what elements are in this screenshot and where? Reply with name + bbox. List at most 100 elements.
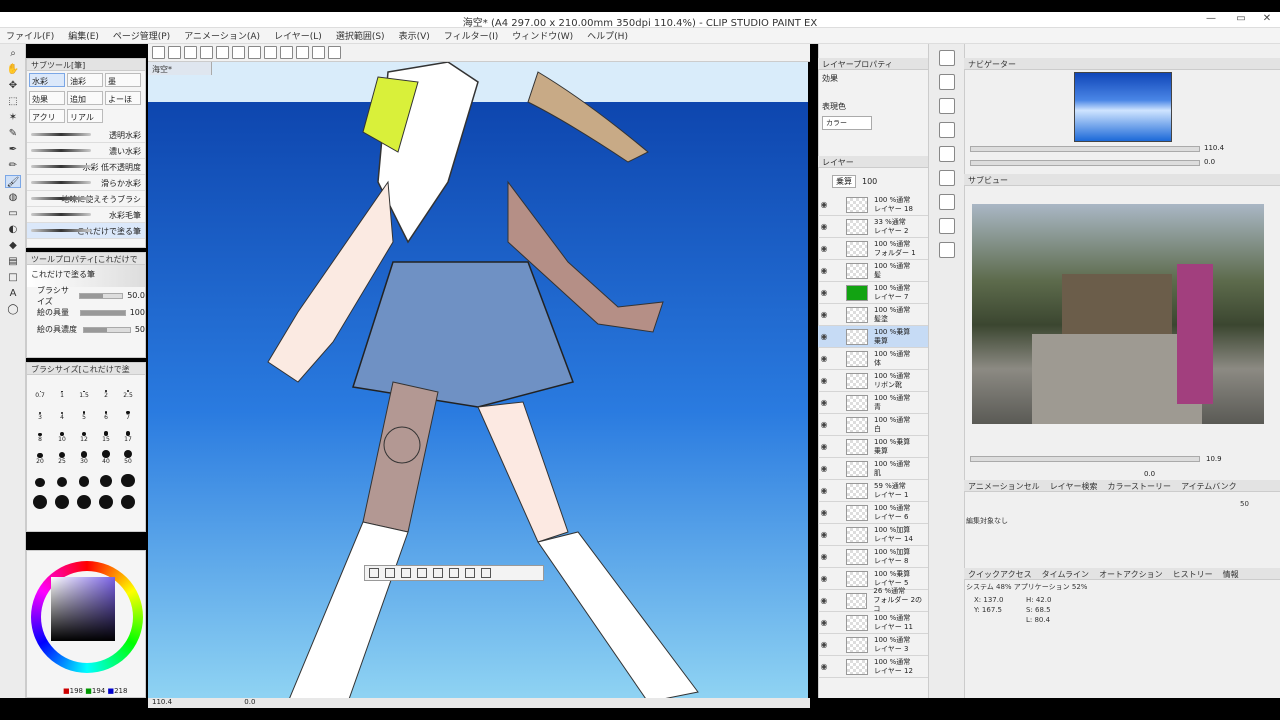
subtool-tab[interactable]: 水彩 bbox=[29, 73, 65, 87]
save-icon[interactable] bbox=[938, 170, 955, 186]
property-slider[interactable] bbox=[80, 309, 126, 316]
subtool-tab[interactable]: 効果 bbox=[29, 91, 65, 105]
eyedropper-icon[interactable]: ✎ bbox=[5, 127, 21, 140]
eye-icon[interactable]: ◉ bbox=[818, 376, 830, 385]
layer-row[interactable]: ◉ 100 %加算 レイヤー 14 bbox=[818, 524, 928, 546]
canvas[interactable] bbox=[148, 62, 808, 698]
brush-size-option[interactable] bbox=[51, 489, 73, 509]
brush-size-option[interactable]: 40 bbox=[95, 445, 117, 465]
eye-icon[interactable]: ◉ bbox=[818, 596, 830, 605]
new-icon[interactable] bbox=[152, 46, 165, 59]
menu-item[interactable]: 表示(V) bbox=[399, 29, 430, 42]
eye-icon[interactable]: ◉ bbox=[818, 354, 830, 363]
brush-size-option[interactable] bbox=[95, 489, 117, 509]
camera-icon[interactable] bbox=[938, 50, 955, 66]
eye-icon[interactable]: ◉ bbox=[818, 398, 830, 407]
clipboard-icon[interactable] bbox=[938, 74, 955, 90]
layer-row[interactable]: ◉ 59 %通常 レイヤー 1 bbox=[818, 480, 928, 502]
settings-icon[interactable] bbox=[328, 46, 341, 59]
brush-item[interactable]: 水彩毛筆 bbox=[27, 207, 145, 223]
brush-size-option[interactable]: 12 bbox=[73, 423, 95, 443]
panel-tab[interactable]: アニメーションセル bbox=[968, 481, 1040, 491]
brush-size-option[interactable]: 17 bbox=[117, 423, 139, 443]
eye-icon[interactable]: ◉ bbox=[818, 420, 830, 429]
brush-size-option[interactable] bbox=[117, 467, 139, 487]
subtool-tab[interactable]: 追加 bbox=[67, 91, 103, 105]
brush-size-option[interactable]: 30 bbox=[73, 445, 95, 465]
layer-row[interactable]: ◉ 100 %通常 レイヤー 11 bbox=[818, 612, 928, 634]
rotate-slider[interactable] bbox=[970, 160, 1200, 166]
menu-item[interactable]: ヘルプ(H) bbox=[587, 29, 628, 42]
brush-size-option[interactable] bbox=[73, 467, 95, 487]
select-all-icon[interactable] bbox=[264, 46, 277, 59]
brush-size-option[interactable]: 25 bbox=[51, 445, 73, 465]
move-icon[interactable]: ✥ bbox=[5, 79, 21, 92]
brush-item[interactable]: 滑らか水彩 bbox=[27, 175, 145, 191]
select-icon[interactable]: ⬚ bbox=[5, 95, 21, 108]
folder-icon[interactable] bbox=[938, 194, 955, 210]
layer-row[interactable]: ◉ 26 %通常 フォルダー 2のコ bbox=[818, 587, 928, 613]
opacity-value[interactable]: 100 bbox=[862, 177, 877, 186]
brush-size-option[interactable]: 4 bbox=[51, 401, 73, 421]
image-icon[interactable] bbox=[938, 218, 955, 234]
eye-icon[interactable]: ◉ bbox=[818, 442, 830, 451]
subtool-tab[interactable]: アクリ bbox=[29, 109, 65, 123]
brush-item[interactable]: 濃い水彩 bbox=[27, 143, 145, 159]
eye-icon[interactable]: ◉ bbox=[818, 222, 830, 231]
panel-tab[interactable]: 情報 bbox=[1223, 569, 1239, 579]
redo-icon[interactable] bbox=[216, 46, 229, 59]
transform-icon[interactable] bbox=[481, 568, 491, 578]
layer-row[interactable]: ◉ 100 %通常髪 bbox=[818, 260, 928, 282]
tab-document[interactable]: 海空* bbox=[148, 62, 212, 75]
menu-item[interactable]: ウィンドウ(W) bbox=[512, 29, 573, 42]
menu-item[interactable]: 編集(E) bbox=[68, 29, 99, 42]
layer-row[interactable]: ◉ 100 %乗算 乗算 bbox=[818, 326, 928, 348]
close-icon[interactable] bbox=[938, 122, 955, 138]
layer-row[interactable]: ◉ 100 %通常白 bbox=[818, 414, 928, 436]
brush-size-option[interactable]: 6 bbox=[95, 401, 117, 421]
open-icon[interactable] bbox=[168, 46, 181, 59]
navigator-preview[interactable] bbox=[1074, 72, 1172, 142]
panel-tab[interactable]: カラーストーリー bbox=[1107, 481, 1171, 491]
property-slider[interactable] bbox=[79, 292, 124, 299]
layer-row[interactable]: ◉ 100 %通常 レイヤー 3 bbox=[818, 634, 928, 656]
layer-row[interactable]: ◉ 100 %通常肌 bbox=[818, 458, 928, 480]
layer-row[interactable]: ◉ 100 %乗算 乗算 bbox=[818, 436, 928, 458]
eraser-icon[interactable]: ▭ bbox=[5, 207, 21, 220]
invert-icon[interactable] bbox=[401, 568, 411, 578]
layer-row[interactable]: ◉ 100 %通常 レイヤー 7 bbox=[818, 282, 928, 304]
eye-icon[interactable]: ◉ bbox=[818, 574, 830, 583]
panel-tab[interactable]: タイムライン bbox=[1042, 569, 1089, 579]
brush-size-option[interactable] bbox=[73, 489, 95, 509]
brush-size-option[interactable]: 7 bbox=[117, 401, 139, 421]
fill-icon[interactable] bbox=[465, 568, 475, 578]
deselect-icon[interactable] bbox=[280, 46, 293, 59]
transform-icon[interactable] bbox=[248, 46, 261, 59]
eye-icon[interactable]: ◉ bbox=[818, 244, 830, 253]
select-all-icon[interactable] bbox=[385, 568, 395, 578]
brush-size-option[interactable] bbox=[29, 467, 51, 487]
brush-icon[interactable]: 🖌 bbox=[5, 175, 21, 188]
property-slider[interactable] bbox=[82, 326, 131, 333]
snap-icon[interactable] bbox=[312, 46, 325, 59]
layer-row[interactable]: ◉ 100 %加算 レイヤー 8 bbox=[818, 546, 928, 568]
subview-zoom-slider[interactable] bbox=[970, 456, 1200, 462]
figure-icon[interactable]: □ bbox=[5, 271, 21, 284]
eye-icon[interactable]: ◉ bbox=[818, 508, 830, 517]
subtool-tab[interactable]: リアル bbox=[67, 109, 103, 123]
panel-tab[interactable]: アイテムバンク bbox=[1181, 481, 1237, 491]
subtool-tab[interactable]: よーほ bbox=[105, 91, 141, 105]
brush-size-option[interactable]: 20 bbox=[29, 445, 51, 465]
balloon-icon[interactable]: ◯ bbox=[5, 303, 21, 316]
brush-size-option[interactable]: 8 bbox=[29, 423, 51, 443]
eye-icon[interactable]: ◉ bbox=[818, 552, 830, 561]
crop-icon[interactable] bbox=[449, 568, 459, 578]
zoom-slider[interactable] bbox=[970, 146, 1200, 152]
brush-item[interactable]: 水彩 低不透明度 bbox=[27, 159, 145, 175]
layer-row[interactable]: ◉ 100 %通常青 bbox=[818, 392, 928, 414]
brush-size-option[interactable]: 1 bbox=[51, 379, 73, 399]
menu-item[interactable]: アニメーション(A) bbox=[184, 29, 260, 42]
close-button[interactable]: ✕ bbox=[1252, 13, 1280, 27]
eye-icon[interactable]: ◉ bbox=[818, 200, 830, 209]
saturation-value-square[interactable] bbox=[51, 577, 115, 641]
